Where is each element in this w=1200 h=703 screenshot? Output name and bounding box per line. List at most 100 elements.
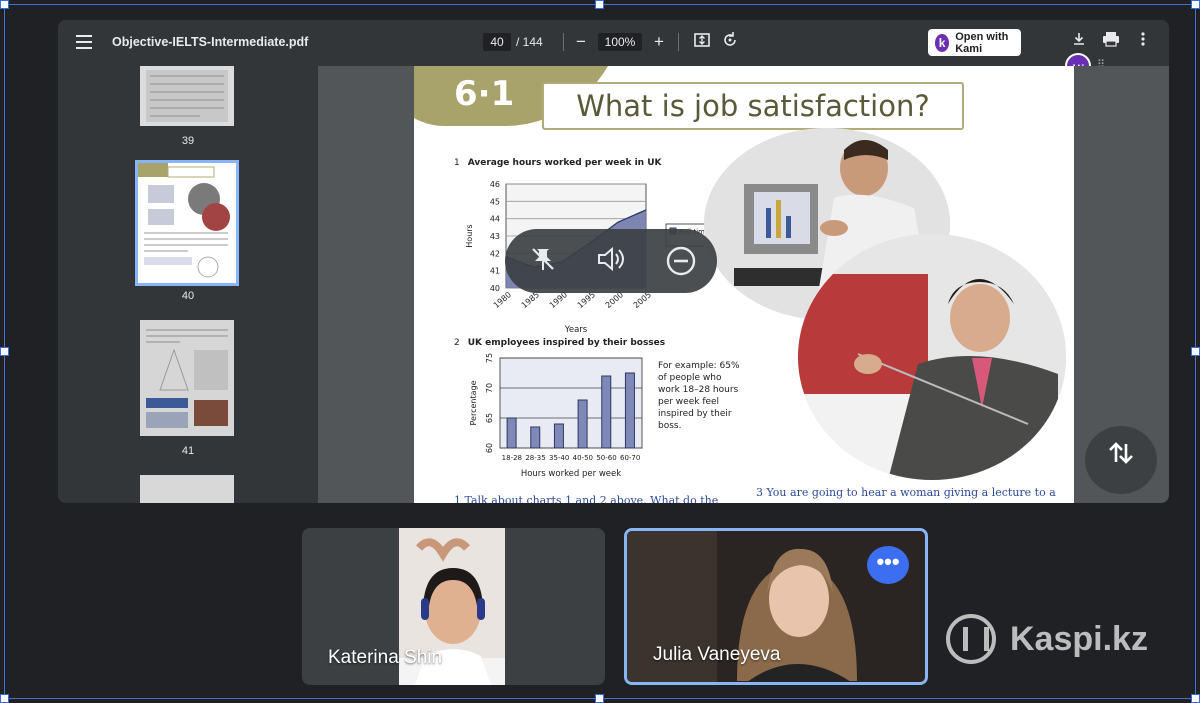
y-tick-label: 75 bbox=[485, 353, 494, 363]
participant-name: Katerina Shin bbox=[328, 647, 443, 668]
y-tick-label: 46 bbox=[490, 180, 500, 189]
x-tick-label: 1985 bbox=[520, 290, 541, 310]
toolbar-divider bbox=[678, 33, 679, 51]
participant-name: Julia Vaneyeva bbox=[653, 644, 781, 665]
unpin-button[interactable] bbox=[527, 245, 559, 277]
unit-number: 6·1 bbox=[454, 74, 515, 114]
kaspi-watermark: Kaspi.kz bbox=[946, 614, 1148, 664]
thumbnail-sidebar: 39 40 41 bbox=[58, 66, 318, 503]
x-tick-label: 50-60 bbox=[596, 454, 616, 462]
zoom-input[interactable]: 100% bbox=[598, 33, 642, 51]
remove-from-call-button[interactable] bbox=[665, 245, 697, 277]
page-footer-question-3: 3 You are going to hear a woman giving a… bbox=[756, 486, 1056, 499]
y-tick-label: 60 bbox=[485, 443, 494, 453]
y-tick-label: 40 bbox=[490, 284, 500, 293]
thumbnail-page-number: 39 bbox=[181, 135, 195, 147]
fit-page-button[interactable] bbox=[691, 31, 713, 53]
page-total: / 144 bbox=[516, 35, 543, 49]
chart2-number: 2 bbox=[454, 338, 460, 348]
swap-layout-button[interactable] bbox=[1085, 426, 1157, 494]
plot-area bbox=[499, 357, 643, 449]
page-number-input[interactable]: 40 bbox=[483, 33, 511, 51]
kaspi-logo-icon bbox=[946, 614, 996, 664]
chart1-heading: 1 Average hours worked per week in UK bbox=[454, 158, 662, 168]
x-axis-label: Hours worked per week bbox=[521, 469, 621, 479]
open-with-kami-label: Open with Kami bbox=[955, 30, 1009, 55]
document-scroll-area[interactable]: 6·1 What is job satisfaction? 1 Average h… bbox=[318, 66, 1169, 503]
chart2-heading: 2 UK employees inspired by their bosses bbox=[454, 338, 665, 348]
thumbnail-page-number: 41 bbox=[181, 445, 195, 457]
y-tick-label: 43 bbox=[490, 232, 500, 241]
rotate-icon bbox=[724, 32, 736, 46]
toolbar-divider bbox=[563, 33, 564, 51]
thumbnail-preview bbox=[140, 320, 234, 436]
bar bbox=[601, 375, 612, 449]
zoom-out-button[interactable]: − bbox=[570, 31, 592, 53]
y-tick-label: 65 bbox=[485, 413, 494, 423]
y-axis-label: Hours bbox=[465, 224, 474, 247]
y-tick-label: 41 bbox=[490, 267, 500, 276]
woman-with-pointer-photo bbox=[798, 234, 1066, 480]
thumbnail-preview bbox=[146, 70, 228, 122]
resize-handle[interactable] bbox=[1191, 347, 1200, 356]
resize-handle[interactable] bbox=[1191, 694, 1200, 703]
print-button[interactable] bbox=[1100, 31, 1122, 53]
chart1-number: 1 bbox=[454, 158, 460, 168]
volume-button[interactable] bbox=[595, 245, 627, 277]
x-tick-label: 28-35 bbox=[525, 454, 545, 462]
page-thumbnail[interactable] bbox=[140, 475, 234, 503]
x-tick-label: 1980 bbox=[492, 290, 513, 310]
bar bbox=[506, 417, 517, 449]
pin-off-icon bbox=[532, 248, 554, 270]
chart2-note: For example: 65% of people who work 18–2… bbox=[658, 361, 740, 431]
y-tick-label: 44 bbox=[490, 215, 500, 224]
rotate-button[interactable] bbox=[719, 31, 741, 53]
fit-page-icon bbox=[694, 33, 710, 47]
download-icon bbox=[1074, 33, 1084, 45]
zoom-in-button[interactable]: + bbox=[648, 31, 670, 53]
resize-handle[interactable] bbox=[1191, 0, 1200, 9]
page-thumbnail[interactable] bbox=[140, 66, 234, 126]
photo-illustration bbox=[798, 234, 1066, 480]
x-tick-label: 2000 bbox=[604, 290, 625, 310]
download-button[interactable] bbox=[1068, 31, 1090, 53]
page-footer-question-1: 1 Talk about charts 1 and 2 above. What … bbox=[454, 494, 719, 503]
participant-tile-active-speaker[interactable]: ••• Julia Vaneyeva bbox=[624, 528, 928, 685]
page-thumbnail[interactable] bbox=[140, 320, 234, 436]
chart2-title: UK employees inspired by their bosses bbox=[467, 338, 666, 348]
volume-icon bbox=[598, 246, 624, 272]
kami-logo-icon: k bbox=[935, 33, 950, 52]
tile-overlay-controls bbox=[505, 229, 717, 293]
watermark-text: Kaspi.kz bbox=[1010, 619, 1148, 658]
x-tick-label: 60-70 bbox=[620, 454, 640, 462]
resize-handle[interactable] bbox=[595, 0, 604, 9]
pdf-page: 6·1 What is job satisfaction? 1 Average h… bbox=[414, 66, 1074, 503]
x-tick-label: 40-50 bbox=[573, 454, 593, 462]
page-title: What is job satisfaction? bbox=[542, 82, 964, 130]
y-tick-label: 45 bbox=[490, 197, 500, 206]
resize-handle[interactable] bbox=[0, 347, 9, 356]
thumbnail-preview bbox=[138, 163, 230, 278]
pdf-toolbar: Objective-IELTS-Intermediate.pdf 40 / 14… bbox=[58, 20, 1169, 66]
resize-handle[interactable] bbox=[0, 694, 9, 703]
resize-handle[interactable] bbox=[595, 694, 604, 703]
swap-vertical-icon bbox=[1109, 442, 1133, 464]
open-with-kami-button[interactable]: k Open with Kami bbox=[928, 29, 1021, 56]
menu-icon[interactable] bbox=[76, 35, 92, 49]
file-name: Objective-IELTS-Intermediate.pdf bbox=[112, 35, 309, 49]
participant-tile[interactable]: Katerina Shin bbox=[302, 528, 605, 685]
x-tick-label: 35-40 bbox=[549, 454, 569, 462]
inspired-bar-chart: 60 65 70 75 18-28 28-35 35-40 40-50 50-60 60-70 Pe… bbox=[469, 353, 643, 479]
x-axis-label: Years bbox=[564, 325, 588, 334]
remove-circle-icon bbox=[666, 246, 696, 276]
bar bbox=[553, 423, 564, 449]
chart1-title: Average hours worked per week in UK bbox=[467, 158, 662, 168]
more-options-button[interactable]: ••• bbox=[867, 546, 909, 584]
x-tick-label: 1990 bbox=[548, 290, 569, 310]
page-thumbnail-active[interactable] bbox=[135, 160, 239, 286]
bar bbox=[577, 399, 588, 449]
x-tick-label: 18-28 bbox=[502, 454, 522, 462]
more-options-button[interactable] bbox=[1132, 31, 1154, 53]
resize-handle[interactable] bbox=[0, 0, 9, 9]
thumbnail-page-number: 40 bbox=[181, 290, 195, 302]
